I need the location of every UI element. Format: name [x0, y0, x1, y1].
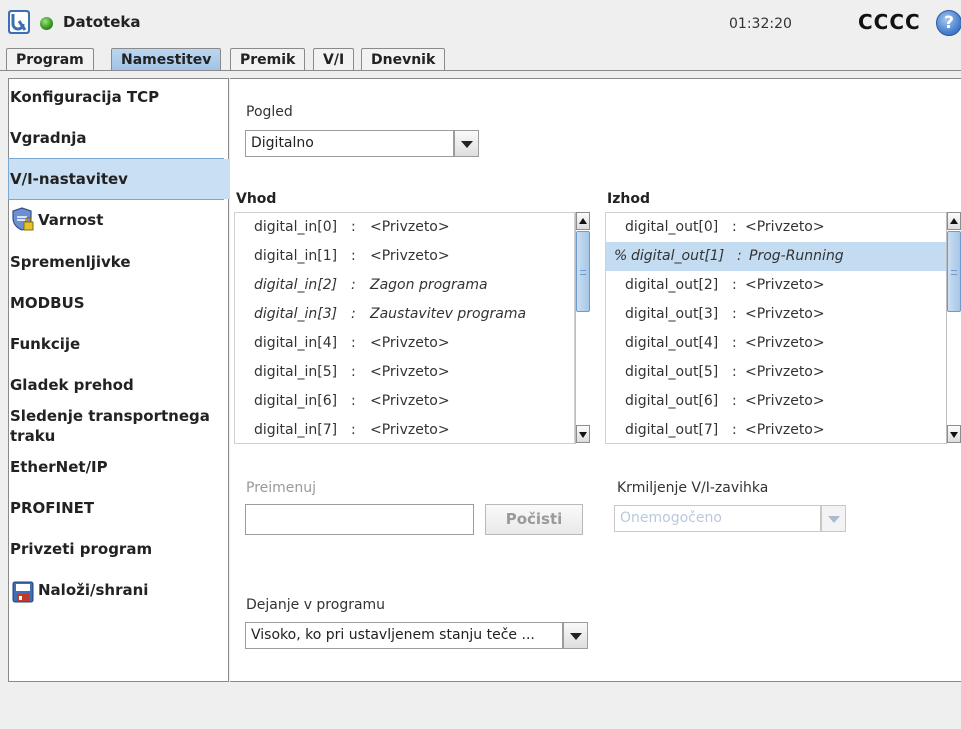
io-tab-control-select[interactable]: Onemogočeno [614, 505, 821, 532]
tab-move[interactable]: Premik [230, 48, 306, 71]
output-list: digital_out[0]: <Privzeto> % digital_out[1… [605, 212, 947, 444]
input-row[interactable]: digital_in[1]: <Privzeto> [235, 242, 574, 271]
input-list: digital_in[0]: <Privzeto> digital_in[1]: <… [234, 212, 575, 444]
floppy-disk-icon [12, 581, 34, 603]
sidebar-item-mounting[interactable]: Vgradnja [10, 129, 228, 147]
input-row[interactable]: digital_in[4]: <Privzeto> [235, 329, 574, 358]
help-icon[interactable]: ? [936, 10, 961, 36]
output-row[interactable]: digital_out[7]: <Privzeto> [606, 416, 946, 443]
tab-log[interactable]: Dnevnik [361, 48, 446, 71]
ur-logo-icon [8, 10, 30, 34]
rename-label: Preimenuj [246, 480, 317, 496]
scrollbar-thumb[interactable] [576, 231, 590, 312]
chevron-down-icon[interactable] [821, 505, 846, 532]
output-row[interactable]: digital_out[3]: <Privzeto> [606, 300, 946, 329]
program-action-select[interactable]: Visoko, ko pri ustavljenem stanju teče .… [245, 622, 563, 649]
inputs-header: Vhod [236, 191, 277, 207]
file-menu[interactable]: Datoteka [63, 13, 141, 31]
view-label: Pogled [246, 104, 293, 120]
sidebar-item-default-program[interactable]: Privzeti program [10, 540, 228, 558]
sidebar-item-variables[interactable]: Spremenljivke [10, 253, 228, 271]
output-row-selected[interactable]: % digital_out[1]: Prog-Running [606, 242, 946, 271]
view-select[interactable]: Digitalno [245, 130, 454, 157]
scroll-up-icon[interactable] [947, 212, 961, 230]
input-row[interactable]: digital_in[5]: <Privzeto> [235, 358, 574, 387]
tab-program[interactable]: Program [6, 48, 94, 71]
sidebar-item-load-save[interactable]: Naloži/shrani [38, 581, 218, 599]
output-row[interactable]: digital_out[2]: <Privzeto> [606, 271, 946, 300]
sidebar-item-conveyor-tracking[interactable]: Sledenje transportnega traku [10, 406, 210, 446]
io-tab-control-label: Krmiljenje V/I-zavihka [617, 480, 769, 496]
output-row[interactable]: digital_out[5]: <Privzeto> [606, 358, 946, 387]
outputs-header: Izhod [607, 191, 650, 207]
chevron-down-icon[interactable] [454, 130, 479, 157]
chevron-down-icon[interactable] [563, 622, 588, 649]
sidebar-item-io-setup[interactable]: V/I-nastavitev [10, 170, 228, 188]
tab-io[interactable]: V/I [313, 48, 355, 71]
output-row[interactable]: digital_out[6]: <Privzeto> [606, 387, 946, 416]
clock: 01:32:20 [729, 16, 792, 32]
sidebar-item-tcp-config[interactable]: Konfiguracija TCP [10, 88, 228, 106]
sidebar-item-smooth-transition[interactable]: Gladek prehod [10, 376, 228, 394]
sidebar-item-profinet[interactable]: PROFINET [10, 499, 228, 517]
input-row[interactable]: digital_in[6]: <Privzeto> [235, 387, 574, 416]
sidebar-item-features[interactable]: Funkcije [10, 335, 228, 353]
input-row[interactable]: digital_in[0]: <Privzeto> [235, 213, 574, 242]
input-row[interactable]: digital_in[3]: Zaustavitev programa [235, 300, 574, 329]
scroll-down-icon[interactable] [576, 425, 590, 443]
sidebar-item-safety[interactable]: Varnost [38, 211, 218, 229]
input-row[interactable]: digital_in[2]: Zagon programa [235, 271, 574, 300]
tab-installation[interactable]: Namestitev [111, 48, 222, 71]
program-action-label: Dejanje v programu [246, 597, 386, 613]
scroll-up-icon[interactable] [576, 212, 590, 230]
clear-button[interactable]: Počisti [485, 504, 583, 535]
sidebar-item-modbus[interactable]: MODBUS [10, 294, 228, 312]
sidebar-item-ethernet-ip[interactable]: EtherNet/IP [10, 458, 228, 476]
scrollbar-thumb[interactable] [947, 231, 961, 312]
title-bar [0, 0, 961, 46]
input-row[interactable]: digital_in[7]: <Privzeto> [235, 416, 574, 443]
output-row[interactable]: digital_out[0]: <Privzeto> [606, 213, 946, 242]
tabs-divider [0, 70, 961, 71]
output-row[interactable]: digital_out[4]: <Privzeto> [606, 329, 946, 358]
status-ok-icon [40, 17, 53, 30]
robot-name: CCCC [858, 10, 921, 34]
rename-input[interactable] [245, 504, 474, 535]
shield-lock-icon [12, 207, 34, 231]
scroll-down-icon[interactable] [947, 425, 961, 443]
